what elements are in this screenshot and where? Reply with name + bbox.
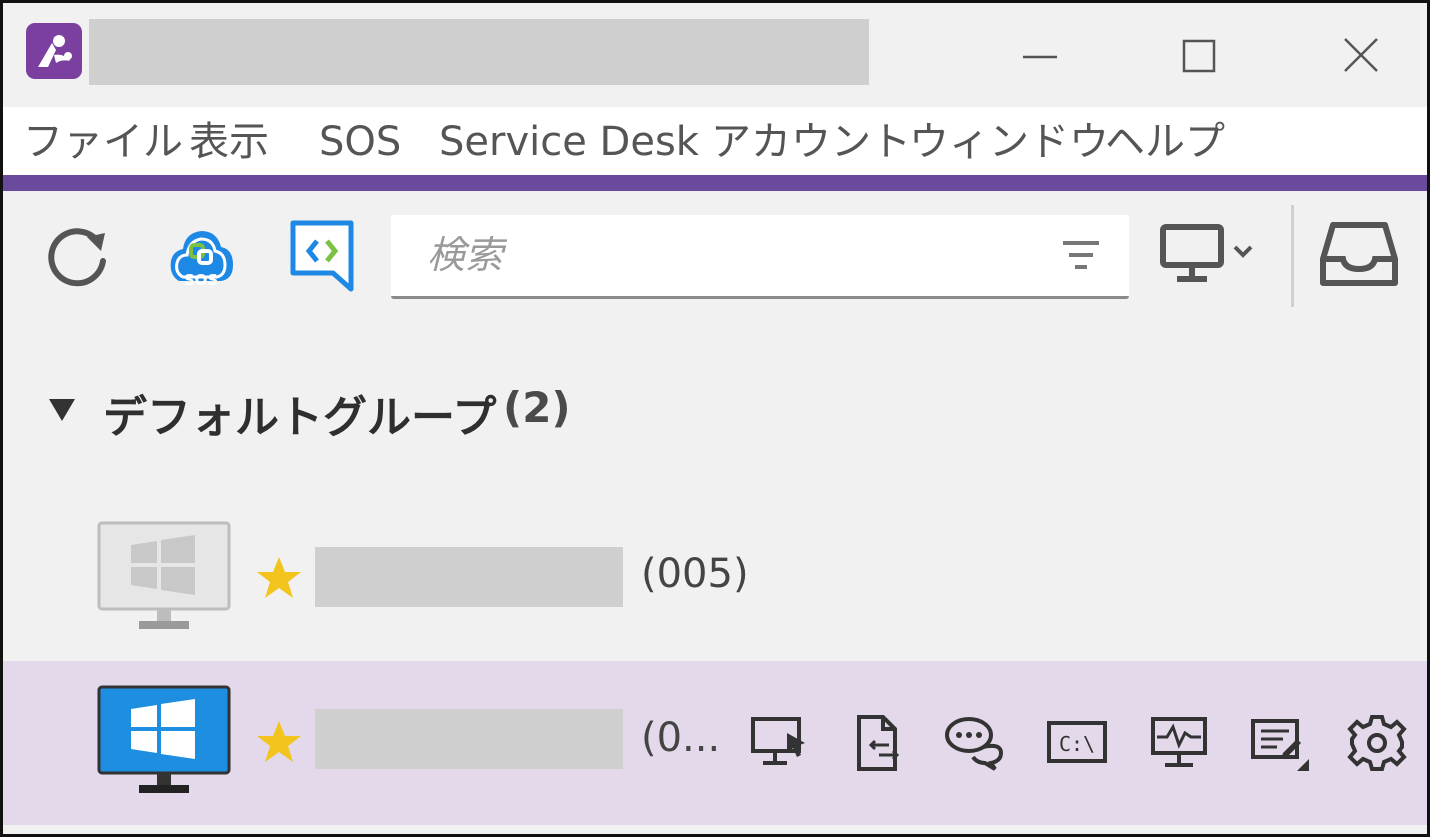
- computer-name-redacted: [315, 709, 623, 769]
- accent-divider: [3, 175, 1427, 191]
- svg-text:SOS: SOS: [184, 271, 218, 289]
- menu-sos[interactable]: SOS: [319, 117, 401, 167]
- sos-icon[interactable]: SOS: [165, 219, 237, 293]
- close-button[interactable]: [1329, 25, 1389, 81]
- search-box[interactable]: [391, 215, 1129, 299]
- svg-text:C:\: C:\: [1059, 732, 1095, 756]
- menu-file[interactable]: ファイル: [23, 117, 183, 167]
- menu-window[interactable]: ウィンドウ: [909, 117, 1109, 167]
- refresh-icon[interactable]: [43, 219, 115, 291]
- filter-icon[interactable]: [1059, 235, 1103, 279]
- toolbar-separator: [1291, 205, 1294, 307]
- search-input[interactable]: [427, 225, 1027, 285]
- app-window: ファイル 表示 SOS Service Desk アカウント ウィンドウ ヘルプ…: [0, 0, 1430, 837]
- group-count: (2): [503, 383, 571, 432]
- computer-row-selected[interactable]: (0... C:\: [3, 661, 1427, 825]
- minimize-button[interactable]: [1009, 25, 1069, 81]
- file-transfer-icon[interactable]: [849, 713, 913, 773]
- settings-icon[interactable]: [1345, 713, 1409, 773]
- menu-service-desk[interactable]: Service Desk: [439, 117, 699, 167]
- service-desk-icon[interactable]: [287, 219, 357, 293]
- system-diagnostics-icon[interactable]: [1147, 713, 1211, 773]
- offline-windows-computer-icon: [97, 521, 231, 629]
- inbox-icon[interactable]: [1319, 219, 1399, 289]
- command-prompt-icon[interactable]: C:\: [1045, 713, 1109, 773]
- online-windows-computer-icon: [97, 685, 231, 793]
- collapse-triangle-icon[interactable]: [47, 397, 77, 423]
- monitor-view-dropdown[interactable]: [1159, 221, 1271, 287]
- menu-help[interactable]: ヘルプ: [1105, 117, 1225, 167]
- computer-id: (005): [641, 551, 749, 597]
- window-title-redacted: [89, 19, 869, 85]
- app-logo-icon: [26, 23, 82, 79]
- group-title: デフォルトグループ: [103, 392, 497, 443]
- toolbar: SOS: [3, 191, 1427, 321]
- computer-name-redacted: [315, 547, 623, 607]
- maximize-button[interactable]: [1167, 25, 1227, 81]
- menu-view[interactable]: 表示: [189, 117, 269, 167]
- computer-row[interactable]: (005): [3, 497, 1427, 661]
- title-bar: [3, 3, 1427, 107]
- favorite-star-icon[interactable]: [255, 719, 303, 765]
- favorite-star-icon[interactable]: [255, 555, 303, 601]
- chat-icon[interactable]: [943, 713, 1007, 773]
- group-header[interactable]: デフォルトグループ (2): [3, 375, 1427, 445]
- remote-view-icon[interactable]: [749, 713, 813, 773]
- menu-account[interactable]: アカウント: [711, 117, 911, 167]
- menu-bar: ファイル 表示 SOS Service Desk アカウント ウィンドウ ヘルプ: [3, 107, 1427, 177]
- remote-script-icon[interactable]: [1249, 713, 1313, 773]
- computer-id: (0...: [641, 715, 721, 761]
